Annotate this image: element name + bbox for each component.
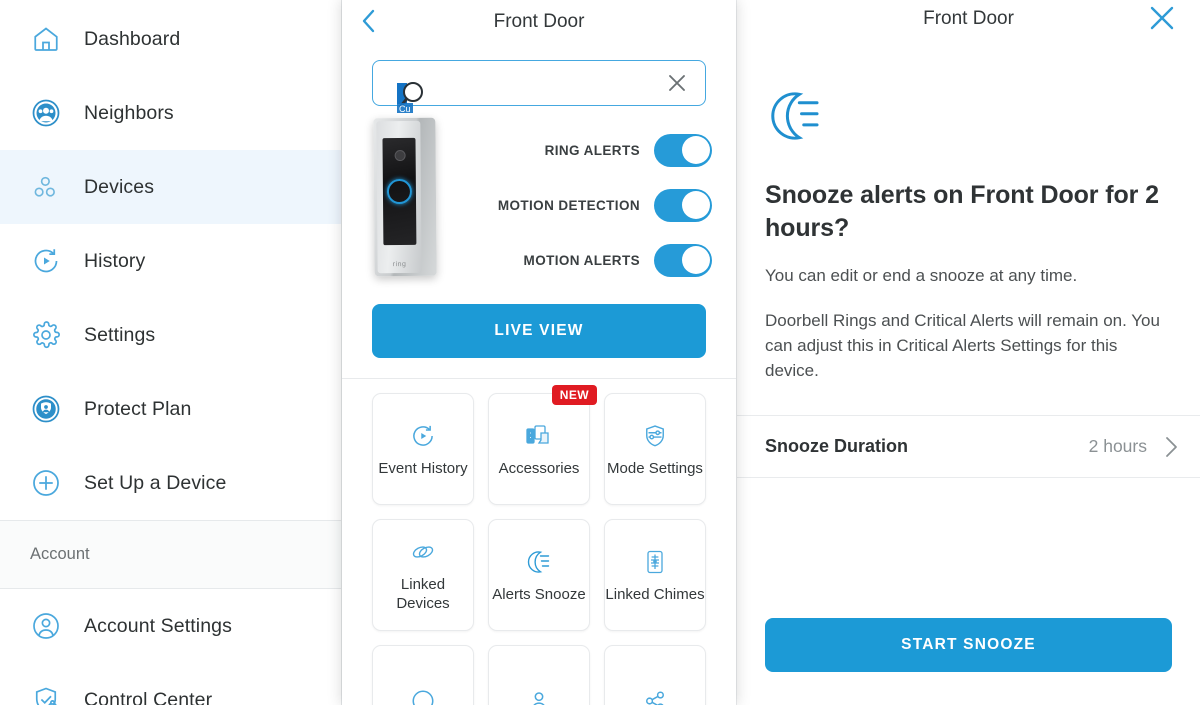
page-title: Front Door [493,11,585,32]
person-icon [526,686,552,705]
doorbell-button-ring [386,178,413,205]
search-area: Cu [342,44,736,113]
device-brand-label: ring [392,260,407,269]
mode-shield-icon [642,421,668,451]
camera-lens-icon [394,150,406,162]
motion-alerts-toggle[interactable] [654,243,712,277]
tile-label: Mode Settings [607,459,703,477]
history-icon [410,421,436,451]
live-view-button[interactable]: LIVE VIEW [372,304,706,358]
tile-label: Accessories [498,459,580,477]
sidebar-item-label: Settings [84,323,156,346]
tile-label: Alerts Snooze [492,585,586,603]
sidebar-item-label: Set Up a Device [84,471,227,494]
clear-search-icon[interactable] [665,71,689,95]
dialog-body: Snooze alerts on Front Door for 2 hours?… [737,38,1200,403]
sidebar-item-dashboard[interactable]: Dashboard [0,2,341,76]
sidebar-item-label: Neighbors [84,101,174,124]
chevron-right-icon [1166,436,1177,457]
tile-alerts-snooze[interactable]: Alerts Snooze [488,519,590,631]
sidebar-item-label: Dashboard [84,27,181,50]
sidebar-item-history[interactable]: History [0,224,341,298]
sidebar-item-devices[interactable]: Devices [0,150,341,224]
start-snooze-button[interactable]: START SNOOZE [765,618,1172,672]
sidebar-item-label: History [84,249,146,272]
tile-linked-chimes[interactable]: Linked Chimes [604,519,706,631]
plus-circle-icon [30,467,62,499]
center-header: Front Door [342,0,736,44]
ring-alerts-toggle[interactable] [654,133,712,167]
sidebar-item-set-up-a-device[interactable]: Set Up a Device [0,446,341,520]
status-badge: NEW [551,385,597,405]
tile-row3-b[interactable] [488,645,590,705]
snooze-dialog-panel: Front Door Snooze alerts on Front Door f… [736,0,1200,705]
dialog-title: Front Door [923,8,1014,29]
search-input[interactable]: Cu [372,60,706,113]
device-detail-panel: Front Door Cu ring RING ALERTS MOTION DE… [342,0,736,705]
sidebar-section-label: Account [30,545,90,563]
device-actions-grid: Event History NEW Accessories Mode Setti… [342,378,736,705]
motion-detection-toggle[interactable] [654,188,712,222]
sidebar-section-account: Account [0,521,341,589]
toggle-label: MOTION ALERTS [523,252,640,268]
neighbors-icon [30,97,62,129]
share-icon [642,686,668,705]
dialog-heading: Snooze alerts on Front Door for 2 hours? [765,181,1159,242]
chime-icon [643,547,667,577]
tile-row3-c[interactable] [604,645,706,705]
link-icon [409,537,437,567]
dialog-paragraph-1: You can edit or end a snooze at any time… [765,266,1078,285]
snooze-duration-row[interactable]: Snooze Duration 2 hours [737,416,1200,478]
snooze-duration-label: Snooze Duration [765,436,908,456]
device-toggles: RING ALERTS MOTION DETECTION MOTION ALER… [492,106,712,298]
sidebar: Dashboard Neighbors Devices History Sett… [0,0,342,705]
moon-snooze-icon [771,92,819,140]
control-center-icon [30,684,62,705]
tile-mode-settings[interactable]: Mode Settings [604,393,706,505]
close-icon[interactable] [1146,2,1178,34]
toggle-row: MOTION ALERTS [492,243,712,277]
app-root: Dashboard Neighbors Devices History Sett… [0,0,1200,705]
tile-event-history[interactable]: Event History [372,393,474,505]
sidebar-item-control-center[interactable]: Control Center [0,663,341,705]
dialog-paragraph-2: Doorbell Rings and Critical Alerts will … [765,311,1160,380]
sidebar-item-label: Protect Plan [84,397,192,420]
toggle-row: RING ALERTS [492,133,712,167]
tile-label: Event History [378,459,468,477]
device-summary-row: ring RING ALERTS MOTION DETECTION MOTION… [342,106,736,298]
history-icon [30,245,62,277]
user-circle-icon [30,610,62,642]
sidebar-item-account-settings[interactable]: Account Settings [0,589,341,663]
sidebar-item-protect-plan[interactable]: Protect Plan [0,372,341,446]
tile-label: Linked Devices [396,576,450,612]
shield-plan-icon [30,393,62,425]
devices-icon [30,171,62,203]
sidebar-item-label: Devices [84,175,155,198]
toggle-label: MOTION DETECTION [497,197,640,213]
snooze-duration-value: 2 hours [1088,436,1147,456]
tile-linked-devices[interactable]: Linked Devices [372,519,474,631]
toggle-label: RING ALERTS [544,142,640,158]
toggle-row: MOTION DETECTION [492,188,712,222]
accessories-icon [525,421,553,451]
sidebar-item-label: Control Center [84,688,213,705]
home-icon [30,23,62,55]
back-chevron-icon[interactable] [354,4,384,38]
moon-snooze-icon [525,547,553,577]
gear-icon [30,319,62,351]
sidebar-item-neighbors[interactable]: Neighbors [0,76,341,150]
tile-label: Linked Chimes [605,585,705,603]
sidebar-item-settings[interactable]: Settings [0,298,341,372]
sidebar-item-label: Account Settings [84,614,232,637]
device-image: ring [342,106,492,298]
right-header: Front Door [737,0,1200,38]
circle-icon [410,686,436,705]
tile-accessories[interactable]: NEW Accessories [488,385,597,505]
tile-row3-a[interactable] [372,645,474,705]
